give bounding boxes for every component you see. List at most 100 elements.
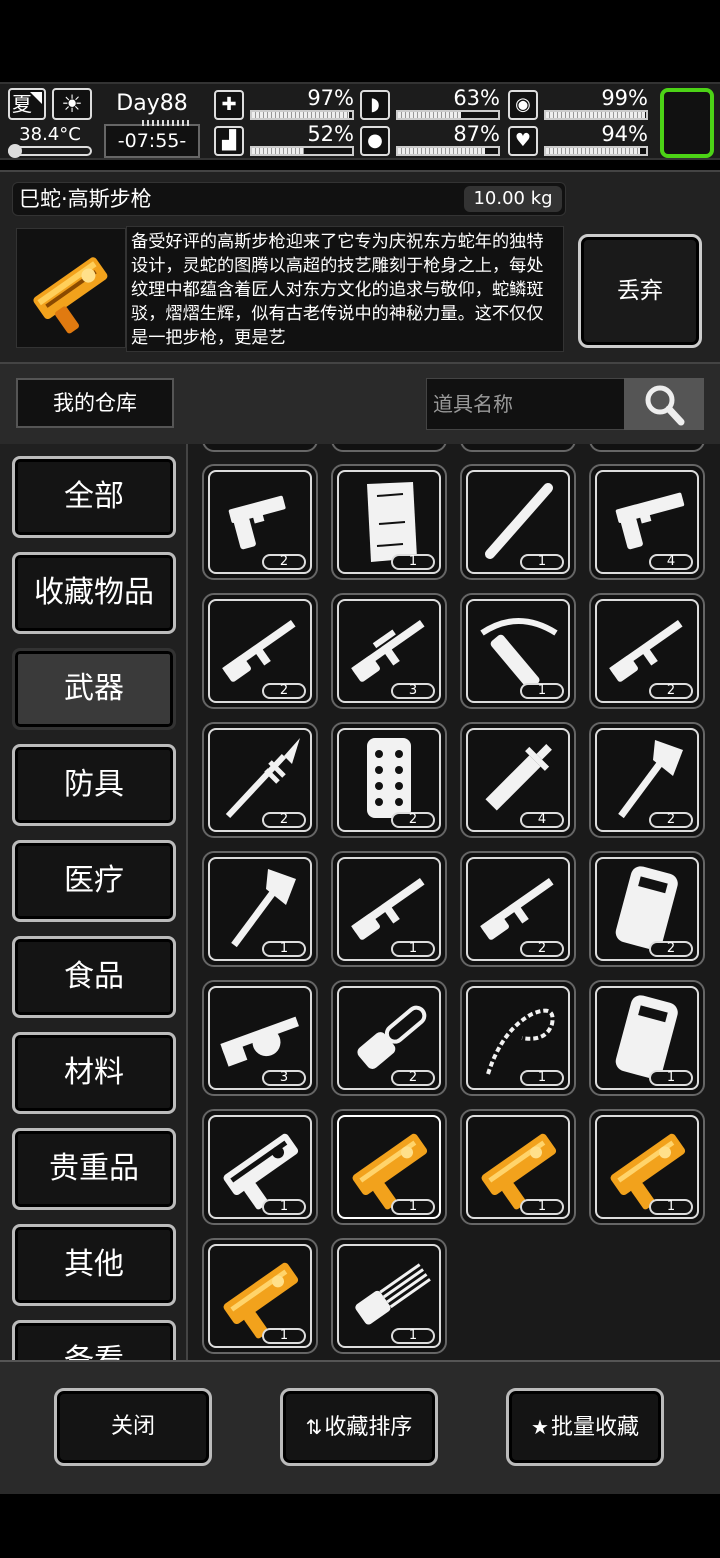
hunger-bar-fill — [398, 112, 461, 118]
health-percent: 97% — [307, 86, 354, 110]
item-slot[interactable]: 1 — [460, 464, 576, 580]
item-slot[interactable]: 1 — [331, 851, 447, 967]
item-slot-partial[interactable] — [202, 444, 318, 452]
water-drop-icon: ● — [360, 126, 390, 156]
item-quantity: 1 — [262, 941, 306, 957]
item-slot[interactable]: 1 — [589, 1109, 705, 1225]
item-slot[interactable]: 2 — [460, 851, 576, 967]
close-button[interactable]: 关闭 — [54, 1388, 212, 1466]
item-slot[interactable]: 1 — [460, 1109, 576, 1225]
discard-button[interactable]: 丢弃 — [578, 234, 702, 348]
grenade-launcher-icon — [220, 1016, 299, 1067]
item-grid: 2 1 1 4 2 3 1 2 2 2 4 2 1 1 2 2 3 2 1 1 1 1 1 1 1 1 — [190, 444, 720, 1360]
sword-icon — [485, 744, 552, 811]
item-slot[interactable]: 1 — [331, 1109, 447, 1225]
inventory-main: 全部 收藏物品 武器 防具 医疗 食品 材料 贵重品 其他 备看 2 1 1 4 2 3 1… — [0, 444, 720, 1360]
category-favorites[interactable]: 收藏物品 — [12, 552, 176, 634]
item-slot[interactable]: 2 — [331, 722, 447, 838]
category-other[interactable]: 其他 — [12, 1224, 176, 1306]
item-slot[interactable]: 1 — [589, 980, 705, 1096]
category-food[interactable]: 食品 — [12, 936, 176, 1018]
golden-dragon-staff-icon — [481, 1133, 557, 1210]
item-preview — [16, 228, 126, 348]
batch-favorite-button[interactable]: ★批量收藏 — [506, 1388, 664, 1466]
dragon-rifle-icon — [223, 1133, 299, 1210]
item-slot[interactable]: 4 — [589, 464, 705, 580]
item-slot[interactable]: 2 — [589, 593, 705, 709]
category-valuables[interactable]: 贵重品 — [12, 1128, 176, 1210]
item-slot-partial[interactable] — [589, 444, 705, 452]
clock-ticks — [142, 120, 192, 126]
day-counter: Day88 — [116, 91, 188, 116]
heart-bar-fill — [546, 148, 640, 154]
close-button-label: 关闭 — [110, 1414, 155, 1439]
chainsaw-icon — [357, 1005, 427, 1069]
hunger-percent: 63% — [453, 86, 500, 110]
stamina-percent: 52% — [307, 122, 354, 146]
axe-icon — [231, 869, 296, 948]
item-quantity: 2 — [391, 1070, 435, 1086]
category-backup[interactable]: 备看 — [12, 1320, 176, 1360]
favorite-sort-button[interactable]: ⇅收藏排序 — [280, 1388, 438, 1466]
item-slot[interactable]: 2 — [589, 722, 705, 838]
item-slot-partial[interactable] — [331, 444, 447, 452]
item-description: 备受好评的高斯步枪迎来了它专为庆祝东方蛇年的独特设计，灵蛇的图腾以高超的技艺雕刻… — [126, 226, 564, 352]
item-quantity: 1 — [391, 941, 435, 957]
item-detail-panel: 巳蛇·高斯步枪 10.00 kg 备受好评的高斯步枪迎来了它专为庆祝东方蛇年的独… — [0, 170, 720, 362]
category-medical[interactable]: 医疗 — [12, 840, 176, 922]
status-indicator-button[interactable] — [660, 88, 714, 158]
category-weapons[interactable]: 武器 — [12, 648, 176, 730]
shotgun-icon — [480, 877, 554, 940]
baseball-bat-icon — [485, 483, 553, 559]
item-slot[interactable]: 1 — [460, 593, 576, 709]
mood-bar — [544, 110, 648, 120]
item-slot[interactable]: 3 — [331, 593, 447, 709]
stat-heart: ♥ 94% — [508, 122, 648, 158]
tomahawk-icon — [618, 740, 683, 819]
item-slot[interactable]: 1 — [202, 851, 318, 967]
spear-icon — [225, 738, 300, 819]
item-quantity: 3 — [391, 683, 435, 699]
item-slot[interactable]: 2 — [331, 980, 447, 1096]
stat-stamina: ▟ 52% — [214, 122, 354, 158]
item-slot[interactable]: 1 — [331, 1238, 447, 1354]
season-badge: 夏 — [8, 88, 46, 120]
search-input[interactable]: 道具名称 — [426, 378, 626, 430]
crossbow-icon — [480, 618, 558, 690]
mood-percent: 99% — [601, 86, 648, 110]
item-slot[interactable]: 2 — [202, 722, 318, 838]
heart-icon: ♥ — [508, 126, 538, 156]
temperature-readout: 38.4°C — [8, 124, 92, 158]
health-bar-fill — [252, 112, 349, 118]
item-slot-partial[interactable] — [460, 444, 576, 452]
item-quantity: 2 — [262, 554, 306, 570]
helmet-icon: ◉ — [508, 90, 538, 120]
item-slot[interactable]: 3 — [202, 980, 318, 1096]
assault-rifle-icon — [609, 619, 683, 682]
search-button[interactable] — [624, 378, 704, 430]
item-quantity: 1 — [391, 554, 435, 570]
stat-hunger: ◗ 63% — [360, 86, 500, 122]
health-bar — [250, 110, 354, 120]
item-slot[interactable]: 2 — [202, 593, 318, 709]
category-all[interactable]: 全部 — [12, 456, 176, 538]
snake-gauss-rifle-icon — [33, 257, 108, 334]
item-slot[interactable]: 1 — [331, 464, 447, 580]
boot-icon: ▟ — [214, 126, 244, 156]
item-quantity: 4 — [649, 554, 693, 570]
item-slot[interactable]: 1 — [202, 1109, 318, 1225]
item-slot[interactable]: 4 — [460, 722, 576, 838]
item-slot[interactable]: 1 — [202, 1238, 318, 1354]
item-slot[interactable]: 2 — [202, 464, 318, 580]
temperature-value: 38.4°C — [19, 124, 81, 145]
riot-shield-icon — [615, 866, 678, 950]
item-slot[interactable]: 1 — [460, 980, 576, 1096]
warehouse-header: 我的仓库 道具名称 — [0, 362, 720, 444]
hunting-rifle-icon — [222, 619, 296, 682]
category-materials[interactable]: 材料 — [12, 1032, 176, 1114]
desert-eagle-pistol-icon — [228, 495, 286, 550]
category-armor[interactable]: 防具 — [12, 744, 176, 826]
item-quantity: 2 — [649, 812, 693, 828]
item-slot[interactable]: 2 — [589, 851, 705, 967]
golden-blaster-icon — [223, 1262, 299, 1339]
